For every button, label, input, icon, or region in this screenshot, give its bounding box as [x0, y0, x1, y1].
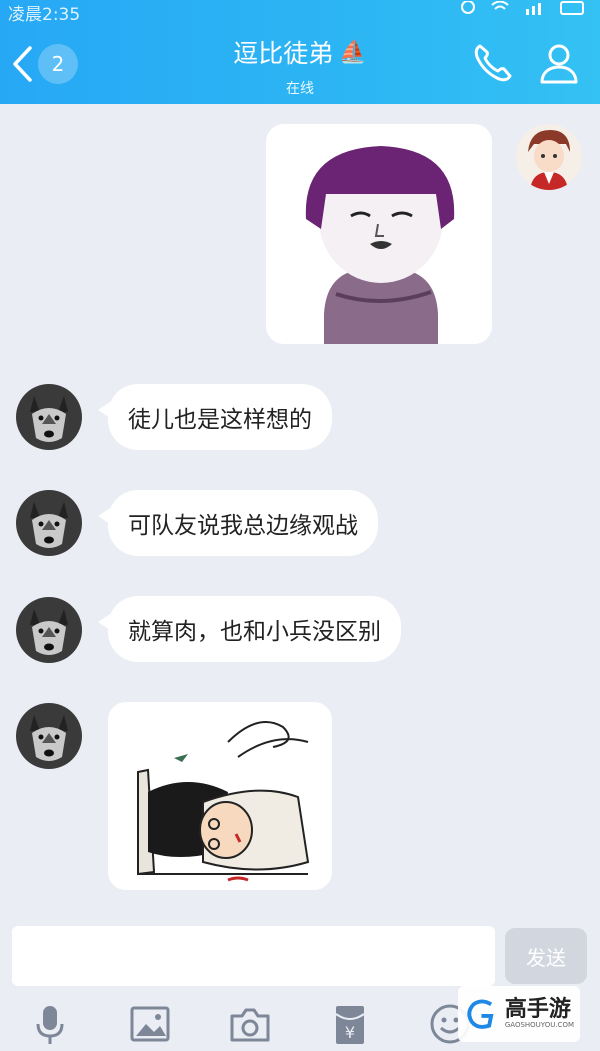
- microphone-icon: [36, 1006, 64, 1044]
- send-button[interactable]: 发送: [505, 928, 587, 984]
- sticker-bowlcut-message[interactable]: [266, 124, 492, 344]
- phone-icon: [474, 44, 512, 82]
- husky-avatar-image: [16, 490, 82, 556]
- wifi-icon: [490, 0, 510, 19]
- watermark-name: 高手游: [504, 997, 571, 1022]
- image-button[interactable]: [128, 1002, 172, 1046]
- image-icon: [130, 1006, 170, 1042]
- red-packet-button[interactable]: ¥: [328, 1002, 372, 1046]
- call-button[interactable]: [470, 40, 522, 86]
- fallen-sticker-image: [108, 702, 332, 890]
- back-button[interactable]: 2: [10, 40, 90, 88]
- sender-avatar[interactable]: [16, 597, 82, 663]
- g-logo-icon: [467, 999, 494, 1029]
- husky-avatar-image: [16, 597, 82, 663]
- person-icon: [540, 44, 578, 84]
- contact-name: 逗比徒弟 ⛵: [233, 34, 366, 70]
- bubble-tail: [98, 402, 110, 418]
- site-watermark: 高手游 GAOSHOUYOU.COM: [458, 986, 580, 1042]
- red-packet-icon: ¥: [335, 1006, 365, 1044]
- message-bubble[interactable]: 可队友说我总边缘观战: [98, 490, 378, 556]
- bowlcut-sticker-image: [266, 124, 492, 344]
- message-input[interactable]: [12, 926, 495, 986]
- signal-icon: [524, 0, 546, 19]
- status-time: 凌晨2:35: [8, 5, 81, 25]
- svg-text:¥: ¥: [345, 1023, 355, 1042]
- chevron-left-icon: [13, 46, 32, 82]
- sender-avatar[interactable]: [16, 384, 82, 450]
- title-bar: 凌晨2:35 2 逗比徒弟 ⛵ 在线: [0, 0, 600, 104]
- bubble-tail: [98, 614, 110, 630]
- alarm-icon: [460, 0, 476, 19]
- husky-avatar-image: [16, 703, 82, 769]
- chat-title-area[interactable]: 逗比徒弟 ⛵ 在线: [150, 34, 450, 98]
- sender-avatar[interactable]: [16, 490, 82, 556]
- battery-icon: [560, 0, 586, 19]
- husky-avatar-image: [16, 384, 82, 450]
- unread-badge: 2: [38, 44, 78, 84]
- message-text: 就算肉，也和小兵没区别: [128, 619, 381, 645]
- camera-icon: [230, 1008, 270, 1042]
- message-bubble[interactable]: 徒儿也是这样想的: [98, 384, 332, 450]
- voice-button[interactable]: [28, 1002, 72, 1046]
- contact-name-text: 逗比徒弟: [233, 39, 334, 68]
- message-text: 徒儿也是这样想的: [128, 407, 312, 433]
- watermark-url: GAOSHOUYOU.COM: [504, 1021, 574, 1029]
- status-icons: [460, 0, 586, 15]
- profile-button[interactable]: [536, 40, 588, 86]
- anime-avatar-image: [516, 124, 582, 190]
- bubble-tail: [98, 508, 110, 524]
- online-status: 在线: [286, 81, 314, 97]
- sailboat-icon: ⛵: [339, 39, 367, 65]
- sender-avatar[interactable]: [16, 703, 82, 769]
- camera-button[interactable]: [228, 1002, 272, 1046]
- message-text: 可队友说我总边缘观战: [128, 513, 358, 539]
- message-bubble[interactable]: 就算肉，也和小兵没区别: [98, 596, 401, 662]
- sticker-fallen-message[interactable]: [108, 702, 332, 890]
- my-avatar[interactable]: [516, 124, 582, 190]
